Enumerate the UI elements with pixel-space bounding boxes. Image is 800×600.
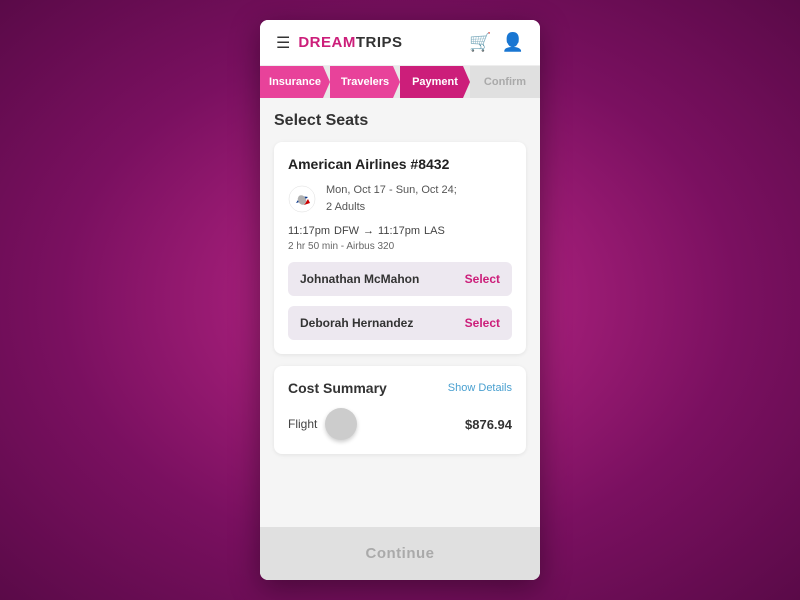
tab-confirm[interactable]: Confirm: [470, 66, 540, 98]
arrival-time: 11:17pm: [378, 225, 420, 237]
flight-duration: 2 hr 50 min - Airbus 320: [288, 241, 512, 252]
app-header: ☰ DREAMTRIPS 🛒 👤: [260, 20, 540, 66]
tab-payment[interactable]: Payment: [400, 66, 470, 98]
section-title: Select Seats: [274, 112, 526, 130]
header-icons: 🛒 👤: [469, 32, 524, 53]
flight-dates-block: Mon, Oct 17 - Sun, Oct 24; 2 Adults: [326, 182, 457, 215]
cost-row-flight: Flight $876.94: [288, 408, 512, 440]
brand-trips: TRIPS: [356, 34, 403, 51]
flight-card: American Airlines #8432: [274, 142, 526, 354]
progress-tabs: Insurance Travelers Payment Confirm: [260, 66, 540, 98]
passenger-2-name: Deborah Hernandez: [300, 316, 413, 330]
cart-icon[interactable]: 🛒: [469, 32, 491, 53]
passenger-1-name: Johnathan McMahon: [300, 272, 419, 286]
flight-dates: Mon, Oct 17 - Sun, Oct 24;: [326, 182, 457, 199]
airline-logo: [288, 185, 316, 213]
phone-container: ☰ DREAMTRIPS 🛒 👤 Insurance Travelers Pay…: [260, 20, 540, 580]
departure-airport: DFW: [334, 225, 359, 237]
flight-arrow-icon: →: [363, 225, 374, 237]
passenger-row-1: Johnathan McMahon Select: [288, 262, 512, 296]
continue-button[interactable]: Continue: [260, 527, 540, 580]
user-icon[interactable]: 👤: [502, 32, 524, 53]
brand-dream: DREAM: [298, 34, 356, 51]
tab-travelers[interactable]: Travelers: [330, 66, 400, 98]
flight-cost-label: Flight: [288, 417, 317, 431]
flight-adults: 2 Adults: [326, 199, 457, 216]
passenger-1-select-button[interactable]: Select: [465, 272, 500, 286]
passenger-row-2: Deborah Hernandez Select: [288, 306, 512, 340]
tab-insurance[interactable]: Insurance: [260, 66, 330, 98]
flight-cost-amount: $876.94: [465, 417, 512, 432]
passenger-2-select-button[interactable]: Select: [465, 316, 500, 330]
departure-time: 11:17pm: [288, 225, 330, 237]
brand-name: DREAMTRIPS: [298, 34, 402, 51]
show-details-link[interactable]: Show Details: [448, 382, 512, 394]
cost-row-left: Flight: [288, 408, 357, 440]
toggle-thumb[interactable]: [325, 408, 357, 440]
flight-route-row: 11:17pm DFW → 11:17pm LAS: [288, 225, 512, 241]
header-left: ☰ DREAMTRIPS: [276, 33, 403, 53]
cost-summary-title: Cost Summary: [288, 380, 387, 396]
cost-summary-card: Cost Summary Show Details Flight $876.94: [274, 366, 526, 454]
flight-info-row: Mon, Oct 17 - Sun, Oct 24; 2 Adults: [288, 182, 512, 215]
flight-number: American Airlines #8432: [288, 156, 512, 172]
hamburger-icon[interactable]: ☰: [276, 33, 290, 53]
arrival-airport: LAS: [424, 225, 445, 237]
cost-header: Cost Summary Show Details: [288, 380, 512, 396]
main-content: Select Seats American Airlines #8432: [260, 98, 540, 527]
